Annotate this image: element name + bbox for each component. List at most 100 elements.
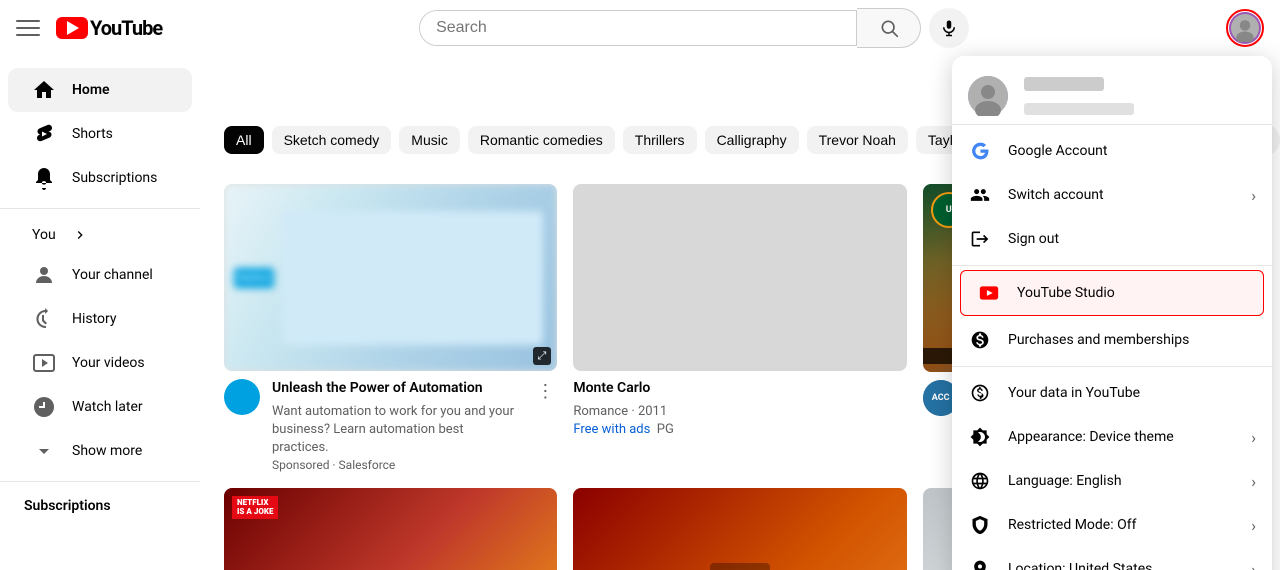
filter-chip-sketch-comedy[interactable]: Sketch comedy <box>272 126 392 154</box>
search-input[interactable] <box>420 11 856 45</box>
mic-icon <box>940 19 958 37</box>
sidebar-item-channel[interactable]: Your channel <box>8 253 192 297</box>
dropdown-item-switch-account[interactable]: Switch account › <box>952 173 1272 217</box>
dropdown-language-label: Language: English <box>1008 473 1235 489</box>
your-videos-icon <box>32 351 56 375</box>
sidebar-item-home-label: Home <box>72 82 110 98</box>
sidebar-item-your-videos[interactable]: Your videos <box>8 341 192 385</box>
google-icon <box>968 139 992 163</box>
avatar-image <box>1231 14 1259 42</box>
dropdown-user-info <box>1024 77 1134 115</box>
video-card-1[interactable]: Salesforce ⤢ Unleash the Power of Automa… <box>224 184 557 472</box>
dropdown-item-your-data[interactable]: Your data in YouTube <box>952 371 1272 415</box>
video-card-2[interactable]: Monte Carlo Romance · 2011 Free with ads… <box>573 184 906 472</box>
filter-chip-thrillers[interactable]: Thrillers <box>623 126 697 154</box>
video-info-1: Unleash the Power of Automation Want aut… <box>224 371 557 471</box>
shorts-icon <box>32 122 56 146</box>
search-bar <box>419 8 969 48</box>
filter-chip-trevor-noah[interactable]: Trevor Noah <box>807 126 908 154</box>
sidebar: Home Shorts Subscriptions You Your chann… <box>0 56 200 514</box>
sidebar-divider-1 <box>0 208 200 209</box>
video-card-4[interactable]: NETFLIXIS A JOKE RONNY CHIENGTAKES CHINA… <box>224 488 557 570</box>
user-avatar[interactable] <box>1229 12 1261 44</box>
sidebar-divider-2 <box>0 481 200 482</box>
dropdown-divider-1 <box>952 265 1272 266</box>
youtube-logo[interactable]: YouTube <box>56 16 162 40</box>
sign-out-icon <box>968 227 992 251</box>
dropdown-purchases-label: Purchases and memberships <box>1008 332 1256 348</box>
video-card-5[interactable]: ⤢ ASU Online — Learn More <box>573 488 906 570</box>
youtube-studio-icon <box>977 281 1001 305</box>
sidebar-you-section[interactable]: You <box>8 217 192 253</box>
header: YouTube <box>0 0 1280 56</box>
avatar-container <box>1226 9 1264 47</box>
purchases-icon <box>968 328 992 352</box>
video-thumb-4: NETFLIXIS A JOKE RONNY CHIENGTAKES CHINA… <box>224 488 557 570</box>
video-details-1: Unleash the Power of Automation Want aut… <box>272 379 521 471</box>
channel-avatar-1 <box>224 379 260 415</box>
filter-chip-romantic-comedies[interactable]: Romantic comedies <box>468 126 615 154</box>
history-icon <box>32 307 56 331</box>
dropdown-divider-2 <box>952 366 1272 367</box>
video-thumb-5: ⤢ <box>573 488 906 570</box>
video-thumb-2 <box>573 184 906 371</box>
dropdown-item-google-account[interactable]: Google Account <box>952 129 1272 173</box>
video-more-1[interactable]: ⋮ <box>533 379 557 403</box>
sidebar-item-home[interactable]: Home <box>8 68 192 112</box>
filter-chip-all[interactable]: All <box>224 126 264 154</box>
hamburger-menu[interactable] <box>16 16 40 40</box>
dropdown-item-purchases[interactable]: Purchases and memberships <box>952 318 1272 362</box>
sidebar-item-shorts[interactable]: Shorts <box>8 112 192 156</box>
dropdown-your-data-label: Your data in YouTube <box>1008 385 1256 401</box>
search-button[interactable] <box>857 8 921 48</box>
expand-icon: ⤢ <box>533 347 552 365</box>
chevron-right-icon <box>72 227 88 243</box>
dropdown-item-appearance[interactable]: Appearance: Device theme › <box>952 415 1272 459</box>
dropdown-handle <box>1024 103 1134 115</box>
sidebar-show-more[interactable]: Show more <box>8 429 192 473</box>
sidebar-item-history-label: History <box>72 311 117 327</box>
sidebar-item-watch-later[interactable]: Watch later <box>8 385 192 429</box>
sidebar-item-subscriptions-label: Subscriptions <box>72 170 157 186</box>
subscriptions-icon <box>32 166 56 190</box>
home-icon <box>32 78 56 102</box>
appearance-icon <box>968 425 992 449</box>
chevron-down-icon <box>32 439 56 463</box>
filter-chip-calligraphy[interactable]: Calligraphy <box>705 126 799 154</box>
dropdown-avatar-image <box>968 76 1008 116</box>
sidebar-item-channel-label: Your channel <box>72 267 153 283</box>
video-thumb-1: Salesforce ⤢ <box>224 184 557 371</box>
video-badge-2: Free with ads PG <box>573 421 906 439</box>
header-left: YouTube <box>16 16 162 40</box>
dropdown-switch-account-label: Switch account <box>1008 187 1235 203</box>
video-title-1: Unleash the Power of Automation <box>272 379 521 399</box>
switch-account-icon <box>968 183 992 207</box>
sidebar-item-shorts-label: Shorts <box>72 126 113 142</box>
sidebar-item-history[interactable]: History <box>8 297 192 341</box>
dropdown-youtube-studio-label: YouTube Studio <box>1017 285 1247 301</box>
video-details-2: Monte Carlo Romance · 2011 Free with ads… <box>573 379 906 439</box>
sidebar-item-your-videos-label: Your videos <box>72 355 145 371</box>
switch-account-arrow: › <box>1251 186 1256 205</box>
logo-icon <box>56 17 88 39</box>
mic-button[interactable] <box>929 8 969 48</box>
dropdown-google-account-label: Google Account <box>1008 143 1256 159</box>
video-sponsored-1: Sponsored · Salesforce <box>272 458 521 472</box>
dropdown-appearance-label: Appearance: Device theme <box>1008 429 1235 445</box>
language-arrow: › <box>1251 472 1256 491</box>
sidebar-show-more-label: Show more <box>72 443 142 459</box>
subscriptions-section-label: Subscriptions <box>0 490 200 514</box>
language-icon <box>968 469 992 493</box>
dropdown-item-youtube-studio[interactable]: YouTube Studio <box>960 270 1264 316</box>
dropdown-item-language[interactable]: Language: English › <box>952 459 1272 503</box>
sidebar-item-watch-later-label: Watch later <box>72 399 143 415</box>
dropdown-avatar <box>968 76 1008 116</box>
search-icon <box>879 18 899 38</box>
video-info-2: Monte Carlo Romance · 2011 Free with ads… <box>573 371 906 439</box>
dropdown-item-sign-out[interactable]: Sign out <box>952 217 1272 261</box>
search-input-wrap <box>419 10 857 46</box>
filter-chip-music[interactable]: Music <box>399 126 460 154</box>
dropdown-header <box>952 64 1272 125</box>
sidebar-item-subscriptions[interactable]: Subscriptions <box>8 156 192 200</box>
dropdown-sign-out-label: Sign out <box>1008 231 1256 247</box>
